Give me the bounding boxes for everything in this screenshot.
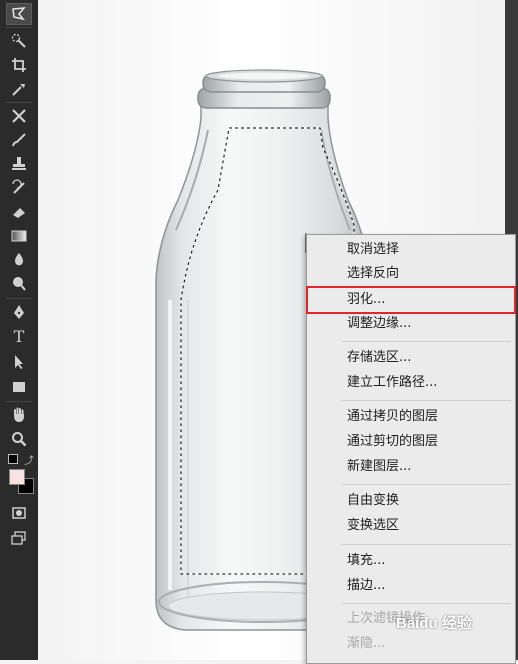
menu-item-stroke[interactable]: 描边... xyxy=(307,574,515,598)
tools-panel: T ⤴ xyxy=(0,0,39,660)
foreground-color-swatch[interactable] xyxy=(9,469,25,485)
blur-icon[interactable] xyxy=(6,249,32,271)
baidu-jingyan-watermark: Baidu 经验 xyxy=(396,615,472,632)
history-brush-icon[interactable] xyxy=(6,177,32,199)
menu-item-refine-edge[interactable]: 调整边缘... xyxy=(307,312,515,336)
type-icon[interactable]: T xyxy=(6,326,32,348)
menu-item-layer-via-copy[interactable]: 通过拷贝的图层 xyxy=(307,405,515,429)
eyedropper-icon[interactable] xyxy=(6,78,32,100)
healing-brush-icon[interactable] xyxy=(6,105,32,127)
quick-selection-icon[interactable] xyxy=(6,30,32,52)
default-colors-icon[interactable] xyxy=(8,454,18,464)
menu-item-new-layer[interactable]: 新建图层... xyxy=(307,455,515,479)
menu-item-make-work-path[interactable]: 建立工作路径... xyxy=(307,371,515,395)
menu-item-select-inverse[interactable]: 选择反向 xyxy=(307,262,515,286)
pen-icon[interactable] xyxy=(6,301,32,323)
quick-mask-icon[interactable] xyxy=(6,502,32,524)
menu-item-layer-via-cut[interactable]: 通过剪切的图层 xyxy=(307,430,515,454)
brush-icon[interactable] xyxy=(6,129,32,151)
crop-icon[interactable] xyxy=(6,54,32,76)
menu-item-fill[interactable]: 填充... xyxy=(307,549,515,573)
path-selection-icon[interactable] xyxy=(6,351,32,373)
feather-highlight-box xyxy=(306,286,516,314)
rectangle-shape-icon[interactable] xyxy=(6,376,32,398)
menu-item-free-transform[interactable]: 自由变换 xyxy=(307,489,515,513)
gradient-icon[interactable] xyxy=(6,225,32,247)
menu-item-fade: 渐隐... xyxy=(347,636,386,651)
swap-colors-icon[interactable]: ⤴ xyxy=(24,452,34,467)
eraser-icon[interactable] xyxy=(6,201,32,223)
screen-mode-icon[interactable] xyxy=(6,527,32,549)
dodge-icon[interactable] xyxy=(6,273,32,295)
menu-item-transform-selection[interactable]: 变换选区 xyxy=(307,514,515,538)
clone-stamp-icon[interactable] xyxy=(6,153,32,175)
zoom-icon[interactable] xyxy=(6,428,32,450)
polygonal-lasso-icon[interactable] xyxy=(6,3,32,25)
menu-item-deselect[interactable]: 取消选择 xyxy=(307,238,515,262)
menu-item-save-selection[interactable]: 存储选区... xyxy=(307,346,515,370)
hand-icon[interactable] xyxy=(6,404,32,426)
